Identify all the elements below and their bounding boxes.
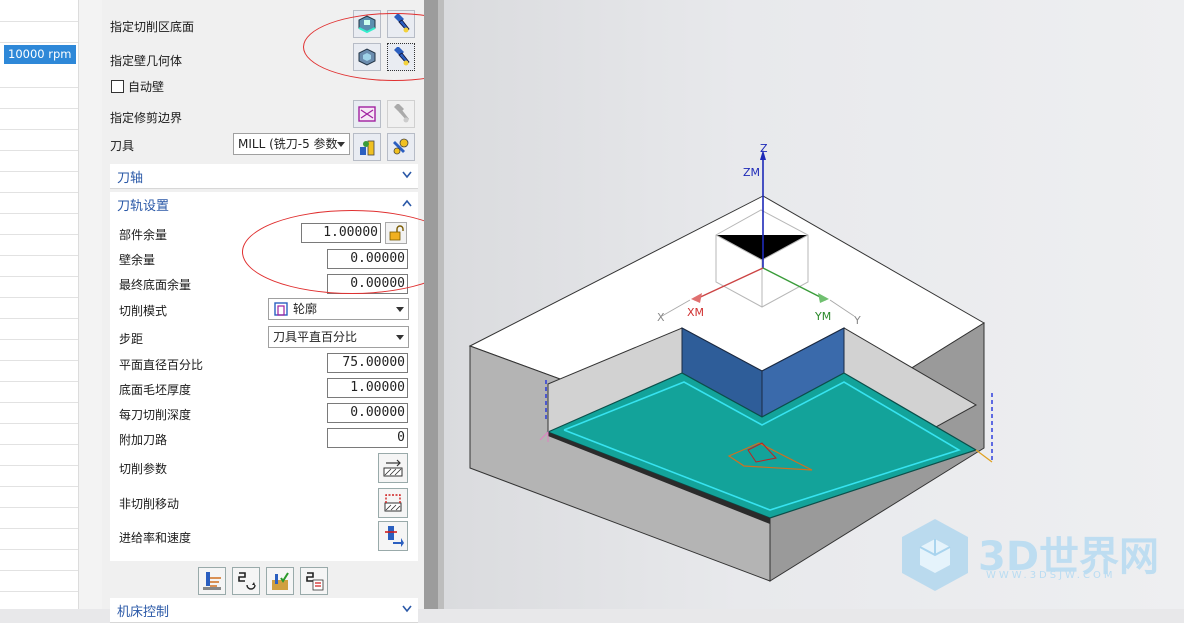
feeds-speeds-label: 进给率和速度 <box>119 531 192 545</box>
feeds-speeds-icon <box>385 526 404 547</box>
flashlight-icon-disabled <box>394 104 409 123</box>
section-machine-control[interactable]: 机床控制 <box>110 598 418 623</box>
panel-scrollbar[interactable] <box>424 0 438 609</box>
chevron-up-icon <box>402 199 412 207</box>
wall-stock-label: 壁余量 <box>119 253 156 267</box>
flat-diameter-pct-field[interactable]: 75.00000 <box>327 353 408 373</box>
cut-pattern-label: 切削模式 <box>119 304 168 318</box>
edit-tool-button[interactable] <box>353 133 381 161</box>
axis-z-label: Z <box>760 142 768 155</box>
cut-pattern-dropdown[interactable]: 轮廓 <box>268 298 409 320</box>
tool-holder-icon <box>360 140 375 156</box>
chevron-down-icon <box>402 171 412 179</box>
floor-geometry-label: 指定切削区底面 <box>110 20 195 34</box>
axis-zm-label: ZM <box>743 166 761 179</box>
tool-value: MILL (铣刀-5 参数 <box>238 137 338 151</box>
list-button[interactable] <box>300 567 328 595</box>
part-model <box>468 150 993 582</box>
cutting-params-icon <box>383 459 403 477</box>
trim-boundary-icon <box>358 106 376 122</box>
stepover-value: 刀具平直百分比 <box>273 330 358 344</box>
replay-icon <box>238 572 256 590</box>
chevron-down-icon <box>396 335 404 340</box>
non-cutting-moves-button[interactable] <box>378 488 408 518</box>
section-tool-axis[interactable]: 刀轴 <box>110 164 418 189</box>
non-cutting-moves-label: 非切削移动 <box>119 497 180 511</box>
list-icon <box>306 572 324 591</box>
depth-per-cut-label: 每刀切削深度 <box>119 408 192 422</box>
section-machine-control-title: 机床控制 <box>117 605 170 620</box>
verify-icon <box>272 572 289 590</box>
cut-pattern-value: 轮廓 <box>293 302 318 316</box>
floor-blank-thickness-field[interactable]: 1.00000 <box>327 378 408 398</box>
section-path-settings-title: 刀轨设置 <box>117 199 170 214</box>
axis-x-label: X <box>657 311 665 324</box>
stepover-label: 步距 <box>119 332 144 346</box>
graphics-viewport[interactable]: Z ZM X XM YM Y 3D世界网 WWW.3DSJW.COM <box>444 0 1184 609</box>
auto-wall-checkbox[interactable] <box>111 80 124 93</box>
final-floor-stock-label: 最终底面余量 <box>119 278 192 292</box>
chevron-down-icon <box>337 142 345 147</box>
chevron-down-icon <box>396 307 404 312</box>
wall-geometry-label: 指定壁几何体 <box>110 54 183 68</box>
watermark-cube-logo <box>902 519 968 591</box>
trim-boundary-label: 指定修剪边界 <box>110 111 183 125</box>
cutting-params-label: 切削参数 <box>119 462 168 476</box>
floor-blank-thickness-label: 底面毛坯厚度 <box>119 383 192 397</box>
tool-dropdown[interactable]: MILL (铣刀-5 参数 <box>233 133 350 155</box>
stepover-dropdown[interactable]: 刀具平直百分比 <box>268 326 409 348</box>
additional-passes-field[interactable]: 0 <box>327 428 408 448</box>
spreadsheet-strip: 10000 rpm <box>0 0 78 609</box>
new-tool-button[interactable] <box>387 133 415 161</box>
additional-passes-label: 附加刀路 <box>119 433 168 447</box>
flat-diameter-pct-label: 平面直径百分比 <box>119 358 204 372</box>
axis-y-label: Y <box>854 314 861 327</box>
axis-ym-label: YM <box>815 310 832 323</box>
depth-per-cut-field[interactable]: 0.00000 <box>327 403 408 423</box>
chevron-down-icon <box>402 605 412 613</box>
tool-label: 刀具 <box>110 139 135 153</box>
auto-wall-label: 自动壁 <box>128 80 165 94</box>
section-tool-axis-title: 刀轴 <box>117 171 144 186</box>
non-cutting-moves-icon <box>384 494 402 512</box>
select-trim-boundary-button[interactable] <box>353 100 381 128</box>
watermark-url: WWW.3DSJW.COM <box>986 570 1116 581</box>
replay-button[interactable] <box>232 567 260 595</box>
part-stock-label: 部件余量 <box>119 228 168 242</box>
display-trim-boundary-button[interactable] <box>387 100 415 128</box>
wrench-icon <box>393 138 409 155</box>
sheet-divider <box>78 0 104 609</box>
axis-xm-label: XM <box>687 306 705 319</box>
feeds-speeds-button[interactable] <box>378 521 408 551</box>
generate-button[interactable] <box>198 567 226 595</box>
cutting-params-button[interactable] <box>378 453 408 483</box>
verify-button[interactable] <box>266 567 294 595</box>
spindle-speed-cell[interactable]: 10000 rpm <box>4 45 76 64</box>
generate-path-icon <box>203 572 221 590</box>
profile-pattern-icon <box>274 302 288 316</box>
